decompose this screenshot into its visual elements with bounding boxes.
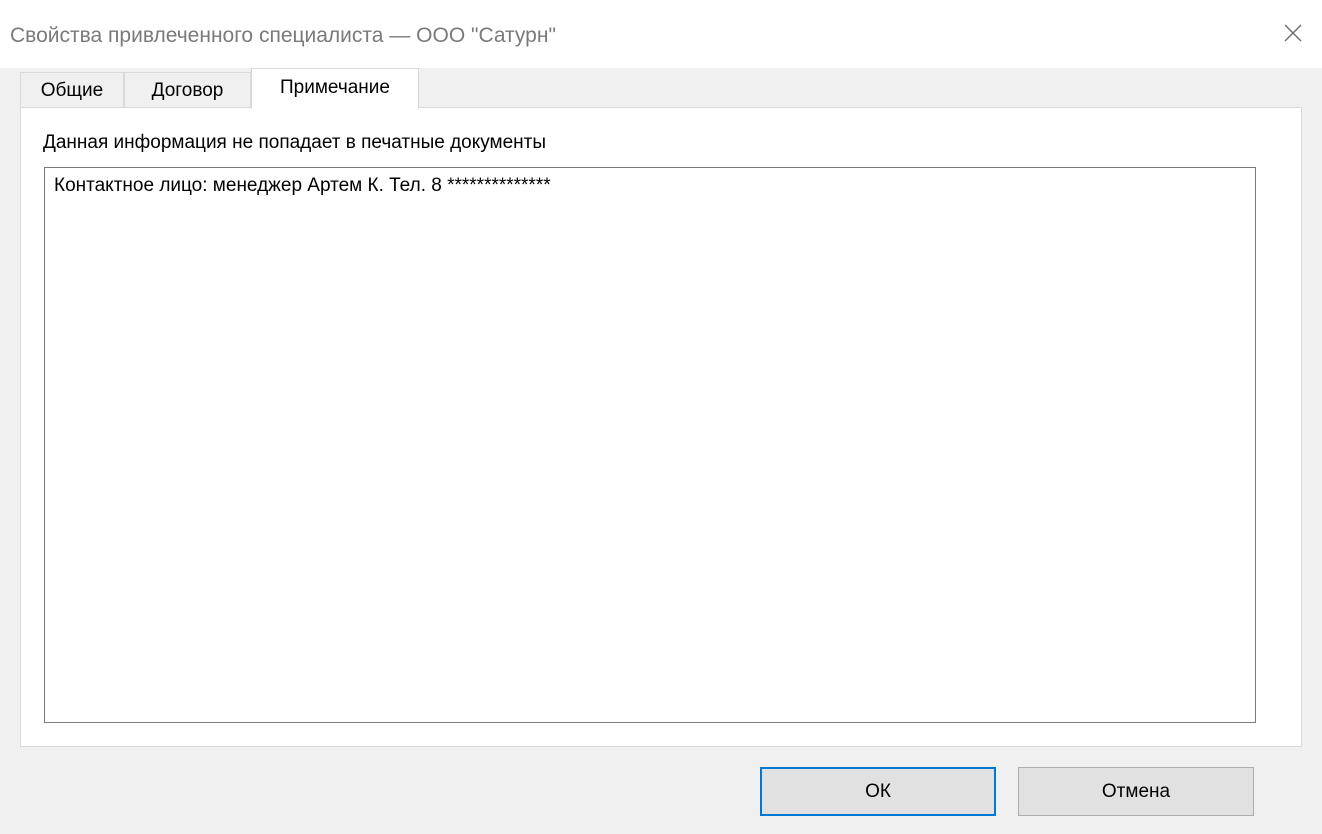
ok-button[interactable]: ОК xyxy=(760,767,996,816)
cancel-button[interactable]: Отмена xyxy=(1018,767,1254,816)
tab-note[interactable]: Примечание xyxy=(251,68,419,109)
info-label: Данная информация не попадает в печатные… xyxy=(43,132,547,153)
note-textarea[interactable]: Контактное лицо: менеджер Артем К. Тел. … xyxy=(44,167,1256,723)
close-icon xyxy=(1284,24,1302,42)
tab-contract[interactable]: Договор xyxy=(124,72,251,108)
window-title: Свойства привлеченного специалиста — ООО… xyxy=(10,24,556,47)
tab-panel-note: Данная информация не попадает в печатные… xyxy=(20,107,1302,747)
tab-general[interactable]: Общие xyxy=(20,72,124,108)
title-bar: Свойства привлеченного специалиста — ООО… xyxy=(0,0,1322,68)
close-button[interactable] xyxy=(1264,10,1322,56)
properties-dialog: Свойства привлеченного специалиста — ООО… xyxy=(0,0,1322,834)
